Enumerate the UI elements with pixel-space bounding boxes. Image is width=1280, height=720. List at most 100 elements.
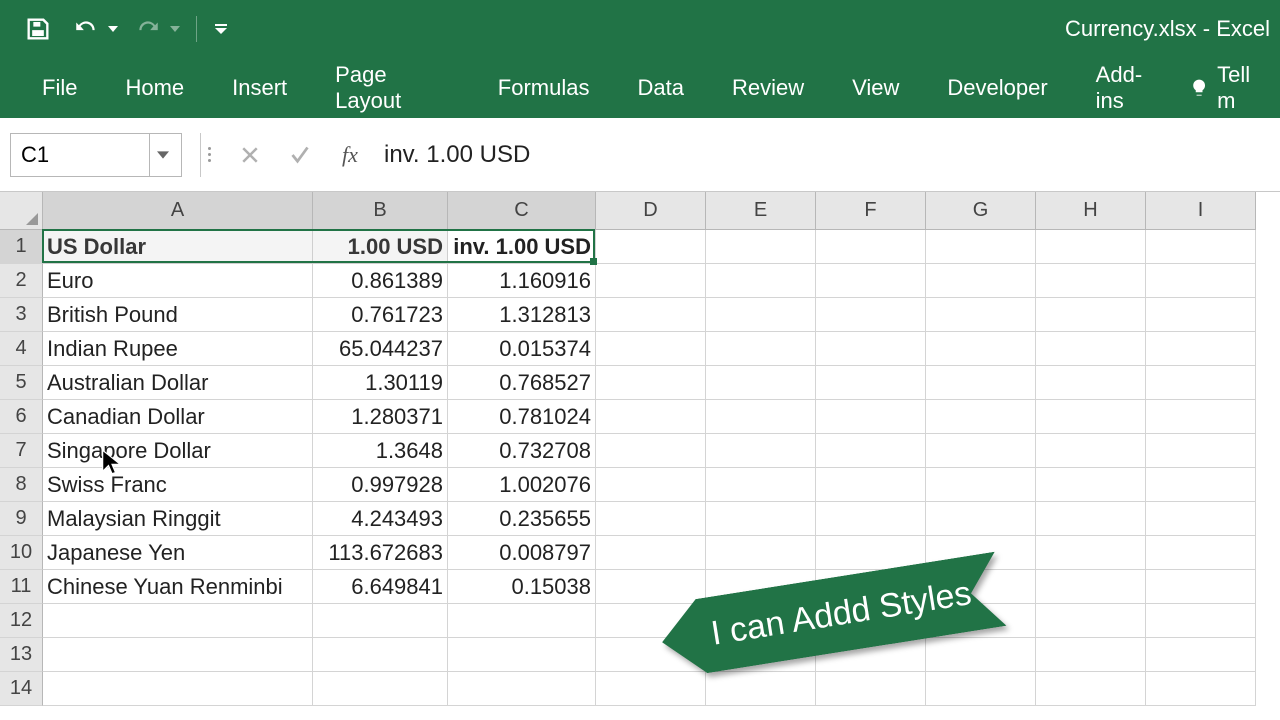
column-header-A[interactable]: A xyxy=(43,192,313,230)
cell-C7[interactable]: 0.732708 xyxy=(448,434,596,468)
cell-A8[interactable]: Swiss Franc xyxy=(43,468,313,502)
row-header-6[interactable]: 6 xyxy=(0,400,43,434)
cell-I2[interactable] xyxy=(1146,264,1256,298)
enter-formula-button[interactable] xyxy=(278,133,322,177)
cell-B2[interactable]: 0.861389 xyxy=(313,264,448,298)
cell-H11[interactable] xyxy=(1036,570,1146,604)
cell-E14[interactable] xyxy=(706,672,816,706)
cell-B1[interactable]: 1.00 USD xyxy=(313,230,448,264)
cell-C13[interactable] xyxy=(448,638,596,672)
cell-H5[interactable] xyxy=(1036,366,1146,400)
cell-A11[interactable]: Chinese Yuan Renminbi xyxy=(43,570,313,604)
cell-C3[interactable]: 1.312813 xyxy=(448,298,596,332)
cell-E7[interactable] xyxy=(706,434,816,468)
cell-F14[interactable] xyxy=(816,672,926,706)
cell-F1[interactable] xyxy=(816,230,926,264)
formula-bar-input[interactable] xyxy=(372,133,1280,177)
name-box[interactable]: C1 xyxy=(10,133,182,177)
cell-H3[interactable] xyxy=(1036,298,1146,332)
row-header-7[interactable]: 7 xyxy=(0,434,43,468)
tab-formulas[interactable]: Formulas xyxy=(474,58,614,118)
row-header-9[interactable]: 9 xyxy=(0,502,43,536)
cell-H12[interactable] xyxy=(1036,604,1146,638)
row-header-8[interactable]: 8 xyxy=(0,468,43,502)
cell-G4[interactable] xyxy=(926,332,1036,366)
cell-B12[interactable] xyxy=(313,604,448,638)
cell-H8[interactable] xyxy=(1036,468,1146,502)
cell-D2[interactable] xyxy=(596,264,706,298)
cell-F9[interactable] xyxy=(816,502,926,536)
cell-D4[interactable] xyxy=(596,332,706,366)
column-header-E[interactable]: E xyxy=(706,192,816,230)
cell-A13[interactable] xyxy=(43,638,313,672)
cell-C10[interactable]: 0.008797 xyxy=(448,536,596,570)
tab-review[interactable]: Review xyxy=(708,58,828,118)
cell-C8[interactable]: 1.002076 xyxy=(448,468,596,502)
undo-button[interactable] xyxy=(66,9,106,49)
cell-D5[interactable] xyxy=(596,366,706,400)
cell-G5[interactable] xyxy=(926,366,1036,400)
tab-developer[interactable]: Developer xyxy=(923,58,1071,118)
cell-G1[interactable] xyxy=(926,230,1036,264)
cell-I14[interactable] xyxy=(1146,672,1256,706)
cell-F7[interactable] xyxy=(816,434,926,468)
cell-D6[interactable] xyxy=(596,400,706,434)
tab-file[interactable]: File xyxy=(18,58,101,118)
cell-D9[interactable] xyxy=(596,502,706,536)
cell-I5[interactable] xyxy=(1146,366,1256,400)
row-header-11[interactable]: 11 xyxy=(0,570,43,604)
cell-E5[interactable] xyxy=(706,366,816,400)
cell-C4[interactable]: 0.015374 xyxy=(448,332,596,366)
cell-F5[interactable] xyxy=(816,366,926,400)
cell-B4[interactable]: 65.044237 xyxy=(313,332,448,366)
cell-G2[interactable] xyxy=(926,264,1036,298)
cell-I10[interactable] xyxy=(1146,536,1256,570)
cell-I13[interactable] xyxy=(1146,638,1256,672)
row-header-4[interactable]: 4 xyxy=(0,332,43,366)
cell-I7[interactable] xyxy=(1146,434,1256,468)
cell-E9[interactable] xyxy=(706,502,816,536)
cell-C2[interactable]: 1.160916 xyxy=(448,264,596,298)
cell-H1[interactable] xyxy=(1036,230,1146,264)
row-header-10[interactable]: 10 xyxy=(0,536,43,570)
tab-insert[interactable]: Insert xyxy=(208,58,311,118)
cell-E3[interactable] xyxy=(706,298,816,332)
cell-F4[interactable] xyxy=(816,332,926,366)
cell-H10[interactable] xyxy=(1036,536,1146,570)
cell-E10[interactable] xyxy=(706,536,816,570)
cell-I8[interactable] xyxy=(1146,468,1256,502)
cell-H2[interactable] xyxy=(1036,264,1146,298)
cell-B6[interactable]: 1.280371 xyxy=(313,400,448,434)
row-header-12[interactable]: 12 xyxy=(0,604,43,638)
cell-C14[interactable] xyxy=(448,672,596,706)
cell-A9[interactable]: Malaysian Ringgit xyxy=(43,502,313,536)
column-header-H[interactable]: H xyxy=(1036,192,1146,230)
cell-H14[interactable] xyxy=(1036,672,1146,706)
cell-B10[interactable]: 113.672683 xyxy=(313,536,448,570)
tab-data[interactable]: Data xyxy=(613,58,707,118)
cell-I9[interactable] xyxy=(1146,502,1256,536)
cell-E4[interactable] xyxy=(706,332,816,366)
cell-B13[interactable] xyxy=(313,638,448,672)
cell-A7[interactable]: Singapore Dollar xyxy=(43,434,313,468)
cell-C11[interactable]: 0.15038 xyxy=(448,570,596,604)
column-header-F[interactable]: F xyxy=(816,192,926,230)
tell-me-search[interactable]: Tell m xyxy=(1189,62,1280,114)
cell-I12[interactable] xyxy=(1146,604,1256,638)
row-header-3[interactable]: 3 xyxy=(0,298,43,332)
customize-qat-button[interactable] xyxy=(211,24,231,34)
cell-B11[interactable]: 6.649841 xyxy=(313,570,448,604)
select-all-corner[interactable] xyxy=(0,192,43,230)
cell-E2[interactable] xyxy=(706,264,816,298)
cell-H13[interactable] xyxy=(1036,638,1146,672)
cell-F6[interactable] xyxy=(816,400,926,434)
insert-function-button[interactable]: fx xyxy=(328,133,372,177)
cell-B7[interactable]: 1.3648 xyxy=(313,434,448,468)
redo-button[interactable] xyxy=(128,9,168,49)
column-header-C[interactable]: C xyxy=(448,192,596,230)
tab-home[interactable]: Home xyxy=(101,58,208,118)
cell-D7[interactable] xyxy=(596,434,706,468)
column-header-D[interactable]: D xyxy=(596,192,706,230)
cell-I11[interactable] xyxy=(1146,570,1256,604)
cell-E1[interactable] xyxy=(706,230,816,264)
